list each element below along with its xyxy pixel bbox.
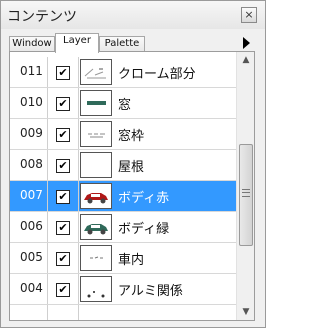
column-divider xyxy=(78,274,79,304)
layer-name: ボディ緑 xyxy=(118,222,170,237)
tab-layer[interactable]: Layer xyxy=(55,33,99,53)
layer-thumbnail xyxy=(80,183,112,209)
column-divider xyxy=(47,150,48,180)
column-divider xyxy=(78,57,79,87)
column-divider xyxy=(78,243,79,273)
column-divider xyxy=(78,181,79,211)
layer-thumbnail xyxy=(80,276,112,302)
layer-row[interactable] xyxy=(10,305,236,320)
layer-thumbnail xyxy=(80,152,112,178)
layer-name: 屋根 xyxy=(118,160,145,175)
layer-row-selected[interactable]: 007 ✔ ボディ赤 xyxy=(10,181,236,212)
layer-name: 窓枠 xyxy=(118,129,145,144)
window-frame-thumbnail-icon xyxy=(88,133,105,138)
title-bar[interactable]: コンテンツ × xyxy=(1,1,265,29)
layer-number: 006 xyxy=(20,219,43,233)
column-divider xyxy=(47,212,48,242)
layer-name: クローム部分 xyxy=(118,67,196,82)
layer-name: 窓 xyxy=(118,98,132,113)
vertical-scrollbar[interactable]: ▲ ▼ xyxy=(236,52,254,320)
column-divider xyxy=(47,305,48,320)
visibility-checkbox[interactable]: ✔ xyxy=(56,190,70,204)
tab-strip: Window Layer Palette xyxy=(9,33,265,53)
visibility-checkbox[interactable]: ✔ xyxy=(56,66,70,80)
column-divider xyxy=(78,88,79,118)
contents-window: コンテンツ × Window Layer Palette 011 ✔ クローム部… xyxy=(0,0,266,328)
layer-thumbnail xyxy=(80,121,112,147)
close-icon[interactable]: × xyxy=(241,7,257,23)
visibility-checkbox[interactable]: ✔ xyxy=(56,159,70,173)
column-divider xyxy=(47,243,48,273)
layer-thumbnail xyxy=(80,90,112,116)
layer-row[interactable]: 010 ✔ 窓 xyxy=(10,88,236,119)
column-divider xyxy=(47,274,48,304)
layer-list: 011 ✔ クローム部分 010 ✔ 窓 009 ✔ 窓枠 008 ✔ 屋根 0… xyxy=(10,52,236,320)
layer-thumbnail xyxy=(80,214,112,240)
layer-number: 004 xyxy=(20,281,43,295)
tab-window[interactable]: Window xyxy=(9,36,55,52)
layer-panel: 011 ✔ クローム部分 010 ✔ 窓 009 ✔ 窓枠 008 ✔ 屋根 0… xyxy=(9,51,255,321)
layer-name: アルミ関係 xyxy=(118,284,183,299)
layer-number: 008 xyxy=(20,157,43,171)
column-divider xyxy=(47,119,48,149)
layer-number: 011 xyxy=(20,64,43,78)
layer-name: ボディ赤 xyxy=(118,191,170,206)
window-thumbnail-icon xyxy=(87,101,106,105)
scroll-up-icon[interactable]: ▲ xyxy=(237,52,254,68)
red-car-body-thumbnail-icon xyxy=(84,193,108,204)
column-divider xyxy=(78,212,79,242)
scroll-down-icon[interactable]: ▼ xyxy=(237,304,254,320)
column-divider xyxy=(47,88,48,118)
column-divider xyxy=(78,150,79,180)
interior-thumbnail-icon xyxy=(90,256,103,259)
layer-number: 007 xyxy=(20,188,43,202)
layer-row[interactable]: 009 ✔ 窓枠 xyxy=(10,119,236,150)
tab-palette[interactable]: Palette xyxy=(99,36,145,52)
layer-number: 009 xyxy=(20,126,43,140)
layer-row[interactable]: 006 ✔ ボディ緑 xyxy=(10,212,236,243)
scrollbar-thumb[interactable] xyxy=(239,144,253,246)
tab-scroll-right-icon[interactable] xyxy=(243,37,250,49)
visibility-checkbox[interactable]: ✔ xyxy=(56,128,70,142)
layer-thumbnail xyxy=(80,245,112,271)
layer-thumbnail xyxy=(80,59,112,85)
layer-number: 010 xyxy=(20,95,43,109)
layer-row[interactable]: 004 ✔ アルミ関係 xyxy=(10,274,236,305)
column-divider xyxy=(78,305,79,320)
visibility-checkbox[interactable]: ✔ xyxy=(56,252,70,266)
layer-number: 005 xyxy=(20,250,43,264)
chrome-parts-thumbnail-icon xyxy=(84,68,106,79)
layer-row[interactable]: 005 ✔ 車内 xyxy=(10,243,236,274)
green-car-body-thumbnail-icon xyxy=(84,224,108,235)
window-title: コンテンツ xyxy=(7,9,77,25)
column-divider xyxy=(47,57,48,87)
visibility-checkbox[interactable]: ✔ xyxy=(56,283,70,297)
grip-icon xyxy=(242,189,250,197)
column-divider xyxy=(78,119,79,149)
layer-row[interactable]: 011 ✔ クローム部分 xyxy=(10,57,236,88)
layer-name: 車内 xyxy=(118,253,145,268)
column-divider xyxy=(47,181,48,211)
visibility-checkbox[interactable]: ✔ xyxy=(56,97,70,111)
layer-row[interactable]: 008 ✔ 屋根 xyxy=(10,150,236,181)
aluminum-parts-thumbnail-icon xyxy=(87,291,105,298)
visibility-checkbox[interactable]: ✔ xyxy=(56,221,70,235)
